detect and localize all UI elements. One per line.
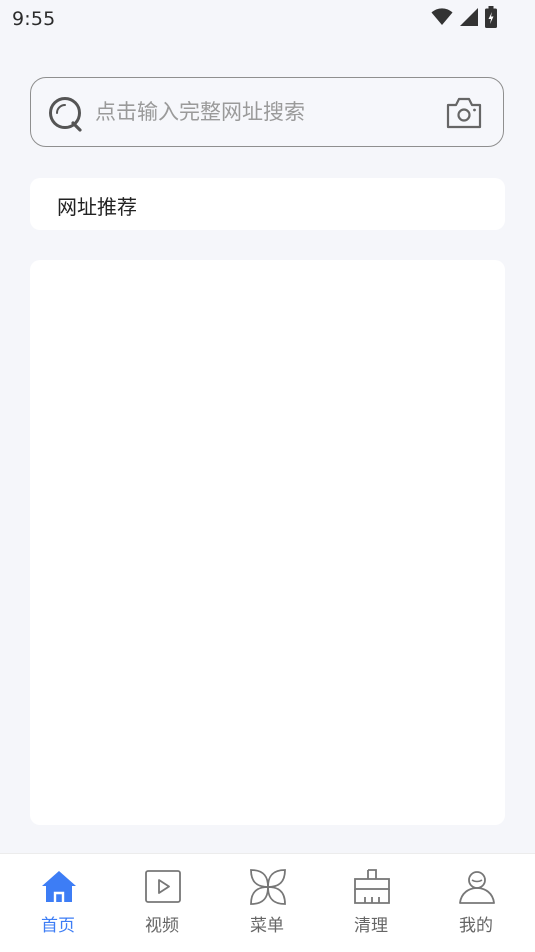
cellular-signal-icon <box>460 8 478 26</box>
search-icon <box>49 97 82 132</box>
status-icons <box>431 6 497 28</box>
search-input[interactable] <box>95 78 425 145</box>
url-recommend-title: 网址推荐 <box>57 195 137 219</box>
tab-profile[interactable]: 我的 <box>424 854 528 952</box>
tab-label-video: 视频 <box>145 916 179 936</box>
status-bar: 9:55 <box>0 0 535 38</box>
menu-grid-icon <box>250 869 286 905</box>
broom-icon <box>354 869 390 904</box>
content-card <box>30 260 505 825</box>
status-time: 9:55 <box>12 8 56 30</box>
tab-label-home: 首页 <box>41 916 75 936</box>
tab-menu[interactable]: 菜单 <box>215 854 319 952</box>
tab-label-clean: 清理 <box>354 916 388 936</box>
tab-video[interactable]: 视频 <box>110 854 214 952</box>
url-recommend-card: 网址推荐 <box>30 178 505 230</box>
search-bar[interactable] <box>30 77 504 147</box>
tab-clean[interactable]: 清理 <box>319 854 423 952</box>
battery-charging-icon <box>485 6 497 28</box>
home-icon <box>42 871 76 902</box>
tab-home[interactable]: 首页 <box>6 854 110 952</box>
bottom-tab-bar: 首页 视频 菜单 清理 我的 <box>0 853 535 952</box>
tab-label-profile: 我的 <box>459 916 493 936</box>
tab-label-menu: 菜单 <box>250 916 284 936</box>
video-play-icon <box>145 870 181 903</box>
wifi-icon <box>431 8 453 25</box>
camera-icon[interactable] <box>445 96 483 130</box>
user-icon <box>459 871 495 904</box>
